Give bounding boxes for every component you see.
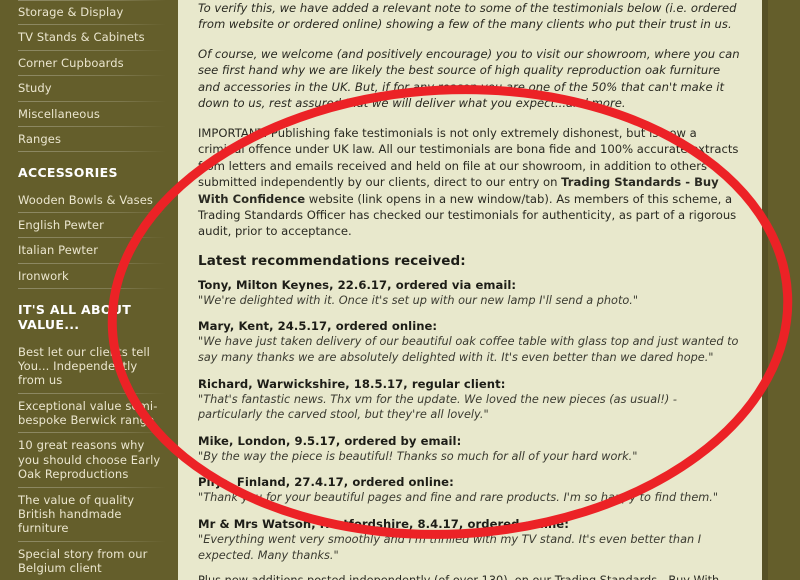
sidebar-item-label: Study — [18, 81, 52, 96]
testimonial-heading: Mary, Kent, 24.5.17, ordered online: — [198, 319, 438, 334]
sidebar-item-label: Ranges — [18, 131, 62, 146]
right-border-column — [762, 0, 800, 580]
intro-paragraph-1: To verify this, we have added a relevant… — [198, 1, 737, 32]
sidebar-item-tv-stands-cabinets[interactable]: TV Stands & Cabinets — [0, 25, 178, 52]
sidebar-item-label: TV Stands & Cabinets — [18, 30, 145, 45]
testimonial-heading: Mike, London, 9.5.17, ordered by email: — [198, 433, 462, 448]
testimonial-quote: "We're delighted with it. Once it's set … — [198, 293, 639, 307]
testimonial-item: Pirjo, Finland, 27.4.17, ordered online:… — [198, 475, 740, 506]
page-section-title: Latest recommendations received: — [198, 252, 466, 269]
sidebar-item-label: The value of quality British handmade fu… — [18, 492, 135, 536]
sidebar-heading-value: IT'S ALL ABOUT VALUE... — [18, 302, 132, 333]
sidebar-item-clients-tell-you[interactable]: Best let our clients tell You... Indepen… — [0, 340, 178, 394]
main-content: To verify this, we have added a relevant… — [186, 0, 762, 580]
sidebar-item-ironwork[interactable]: Ironwork — [0, 264, 178, 290]
sidebar-item-label: English Pewter — [18, 217, 104, 232]
sidebar-item-label: Miscellaneous — [18, 106, 100, 121]
testimonial-quote: "By the way the piece is beautiful! Than… — [198, 449, 638, 463]
sidebar-item-label: Ironwork — [18, 268, 69, 283]
sidebar-item-10-great-reasons[interactable]: 10 great reasons why you should choose E… — [0, 433, 178, 488]
sidebar: Storage & Display TV Stands & Cabinets C… — [0, 0, 178, 580]
sidebar-value-list: Best let our clients tell You... Indepen… — [0, 340, 178, 580]
sidebar-accessories-list: Wooden Bowls & Vases English Pewter Ital… — [0, 188, 178, 290]
sidebar-item-label: Exceptional value semi-bespoke Berwick r… — [18, 398, 158, 427]
sidebar-item-value-of-quality[interactable]: The value of quality British handmade fu… — [0, 488, 178, 542]
sidebar-item-english-pewter[interactable]: English Pewter — [0, 213, 178, 239]
testimonial-item: Mr & Mrs Watson, Hertfordshire, 8.4.17, … — [198, 517, 740, 563]
intro-paragraph-2: Of course, we welcome (and positively en… — [198, 46, 740, 111]
testimonial-heading: Richard, Warwickshire, 18.5.17, regular … — [198, 376, 506, 391]
sidebar-item-wooden-bowls-vases[interactable]: Wooden Bowls & Vases — [0, 188, 178, 214]
sidebar-item-storage-display[interactable]: Storage & Display — [0, 0, 178, 26]
sidebar-heading-accessories: ACCESSORIES — [18, 165, 118, 181]
sidebar-item-label: 10 great reasons why you should choose E… — [18, 438, 161, 482]
sidebar-item-label: Corner Cupboards — [18, 55, 124, 70]
sidebar-item-study[interactable]: Study — [0, 76, 178, 102]
testimonial-quote: "Everything went very smoothly and I'm t… — [198, 532, 702, 562]
sidebar-item-label: Storage & Display — [18, 5, 124, 19]
sidebar-category-list: Storage & Display TV Stands & Cabinets C… — [0, 0, 178, 153]
testimonial-item: Mary, Kent, 24.5.17, ordered online: "We… — [198, 319, 740, 365]
testimonial-heading: Mr & Mrs Watson, Hertfordshire, 8.4.17, … — [198, 516, 569, 531]
sidebar-item-corner-cupboards[interactable]: Corner Cupboards — [0, 51, 178, 77]
testimonial-heading: Tony, Milton Keynes, 22.6.17, ordered vi… — [198, 277, 517, 292]
testimonial-heading: Pirjo, Finland, 27.4.17, ordered online: — [198, 475, 454, 490]
sidebar-item-label: Special story from our Belgium client — [18, 546, 148, 575]
page-root: Storage & Display TV Stands & Cabinets C… — [0, 0, 800, 580]
testimonial-quote: "That's fantastic news. Thx vm for the u… — [198, 392, 677, 422]
sidebar-content-gutter — [178, 0, 186, 580]
sidebar-item-label: Italian Pewter — [18, 243, 99, 258]
testimonial-item: Tony, Milton Keynes, 22.6.17, ordered vi… — [198, 278, 740, 309]
testimonial-item: Mike, London, 9.5.17, ordered by email: … — [198, 434, 740, 465]
plus-additions-line: Plus new additions posted independently … — [198, 574, 740, 580]
sidebar-item-miscellaneous[interactable]: Miscellaneous — [0, 102, 178, 128]
sidebar-item-berwick-range[interactable]: Exceptional value semi-bespoke Berwick r… — [0, 394, 178, 434]
testimonial-quote: "We have just taken delivery of our beau… — [198, 335, 739, 365]
testimonial-item: Richard, Warwickshire, 18.5.17, regular … — [198, 377, 740, 423]
testimonial-quote: "Thank you for your beautiful pages and … — [198, 491, 719, 505]
important-paragraph: IMPORTANT: Publishing fake testimonials … — [198, 125, 740, 240]
sidebar-item-label: Best let our clients tell You... Indepen… — [18, 344, 150, 388]
sidebar-item-belgium-client-story[interactable]: Special story from our Belgium client — [0, 542, 178, 580]
sidebar-item-label: Wooden Bowls & Vases — [18, 192, 153, 207]
sidebar-item-italian-pewter[interactable]: Italian Pewter — [0, 238, 178, 265]
sidebar-item-ranges[interactable]: Ranges — [0, 127, 178, 153]
